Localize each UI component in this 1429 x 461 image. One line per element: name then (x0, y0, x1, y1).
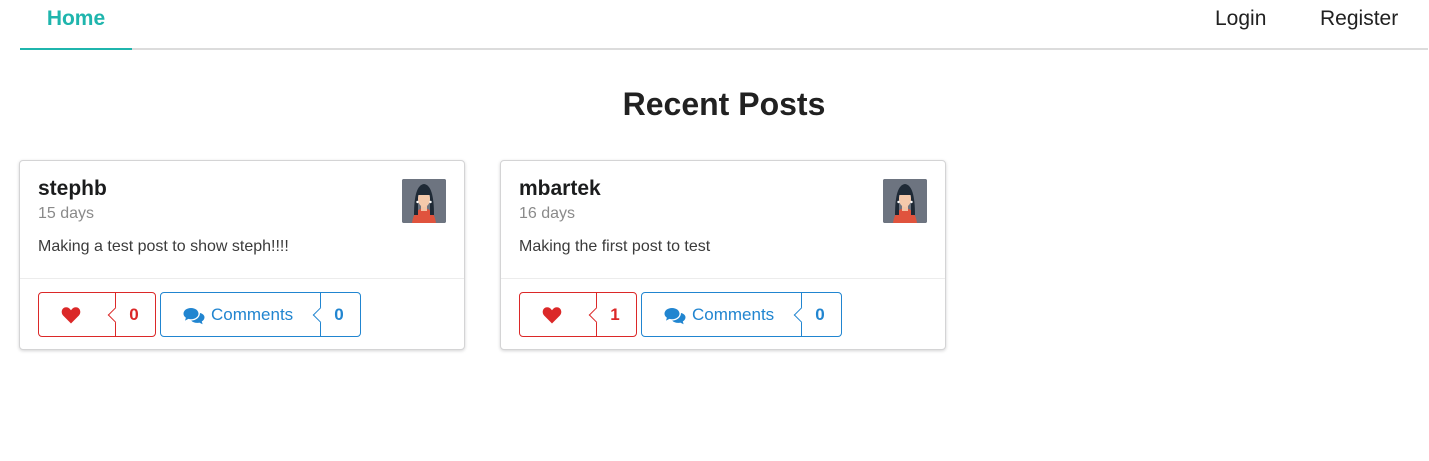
post-body: Making the first post to test (519, 238, 711, 255)
heart-icon (61, 307, 81, 324)
comments-label: Comments (211, 305, 294, 324)
post-author[interactable]: stephb (38, 177, 107, 201)
comments-button-icon-area[interactable]: Comments (642, 293, 802, 336)
like-count: 0 (129, 305, 139, 324)
like-button[interactable]: 1 (519, 292, 637, 337)
post-card-content: stephb 15 days Making a test post to sho… (20, 161, 464, 279)
menu-item-register[interactable]: Register (1320, 0, 1398, 48)
comments-button[interactable]: Comments 0 (641, 292, 842, 337)
post-card: mbartek 16 days Making the first post to… (500, 160, 946, 350)
comments-button[interactable]: Comments 0 (160, 292, 361, 337)
heart-icon (542, 307, 562, 324)
menu-item-home[interactable]: Home (20, 0, 132, 50)
post-author[interactable]: mbartek (519, 177, 601, 201)
menu-item-login[interactable]: Login (1215, 0, 1266, 48)
like-count: 1 (610, 305, 620, 324)
post-body: Making a test post to show steph!!!! (38, 238, 289, 255)
avatar (402, 179, 446, 223)
post-card: stephb 15 days Making a test post to sho… (19, 160, 465, 350)
like-button[interactable]: 0 (38, 292, 156, 337)
page-title: Recent Posts (622, 86, 826, 122)
comments-icon (664, 308, 686, 325)
post-age: 15 days (38, 205, 95, 222)
top-menu: Home Login Register (20, 0, 1428, 50)
comment-count: 0 (815, 305, 825, 324)
comments-button-icon-area[interactable]: Comments (161, 293, 321, 336)
like-button-icon-area[interactable] (39, 293, 116, 336)
comment-count: 0 (334, 305, 344, 324)
comments-label: Comments (692, 305, 775, 324)
comments-icon (183, 308, 205, 325)
post-age: 16 days (519, 205, 576, 222)
avatar (883, 179, 927, 223)
like-button-icon-area[interactable] (520, 293, 597, 336)
post-card-content: mbartek 16 days Making the first post to… (501, 161, 945, 279)
